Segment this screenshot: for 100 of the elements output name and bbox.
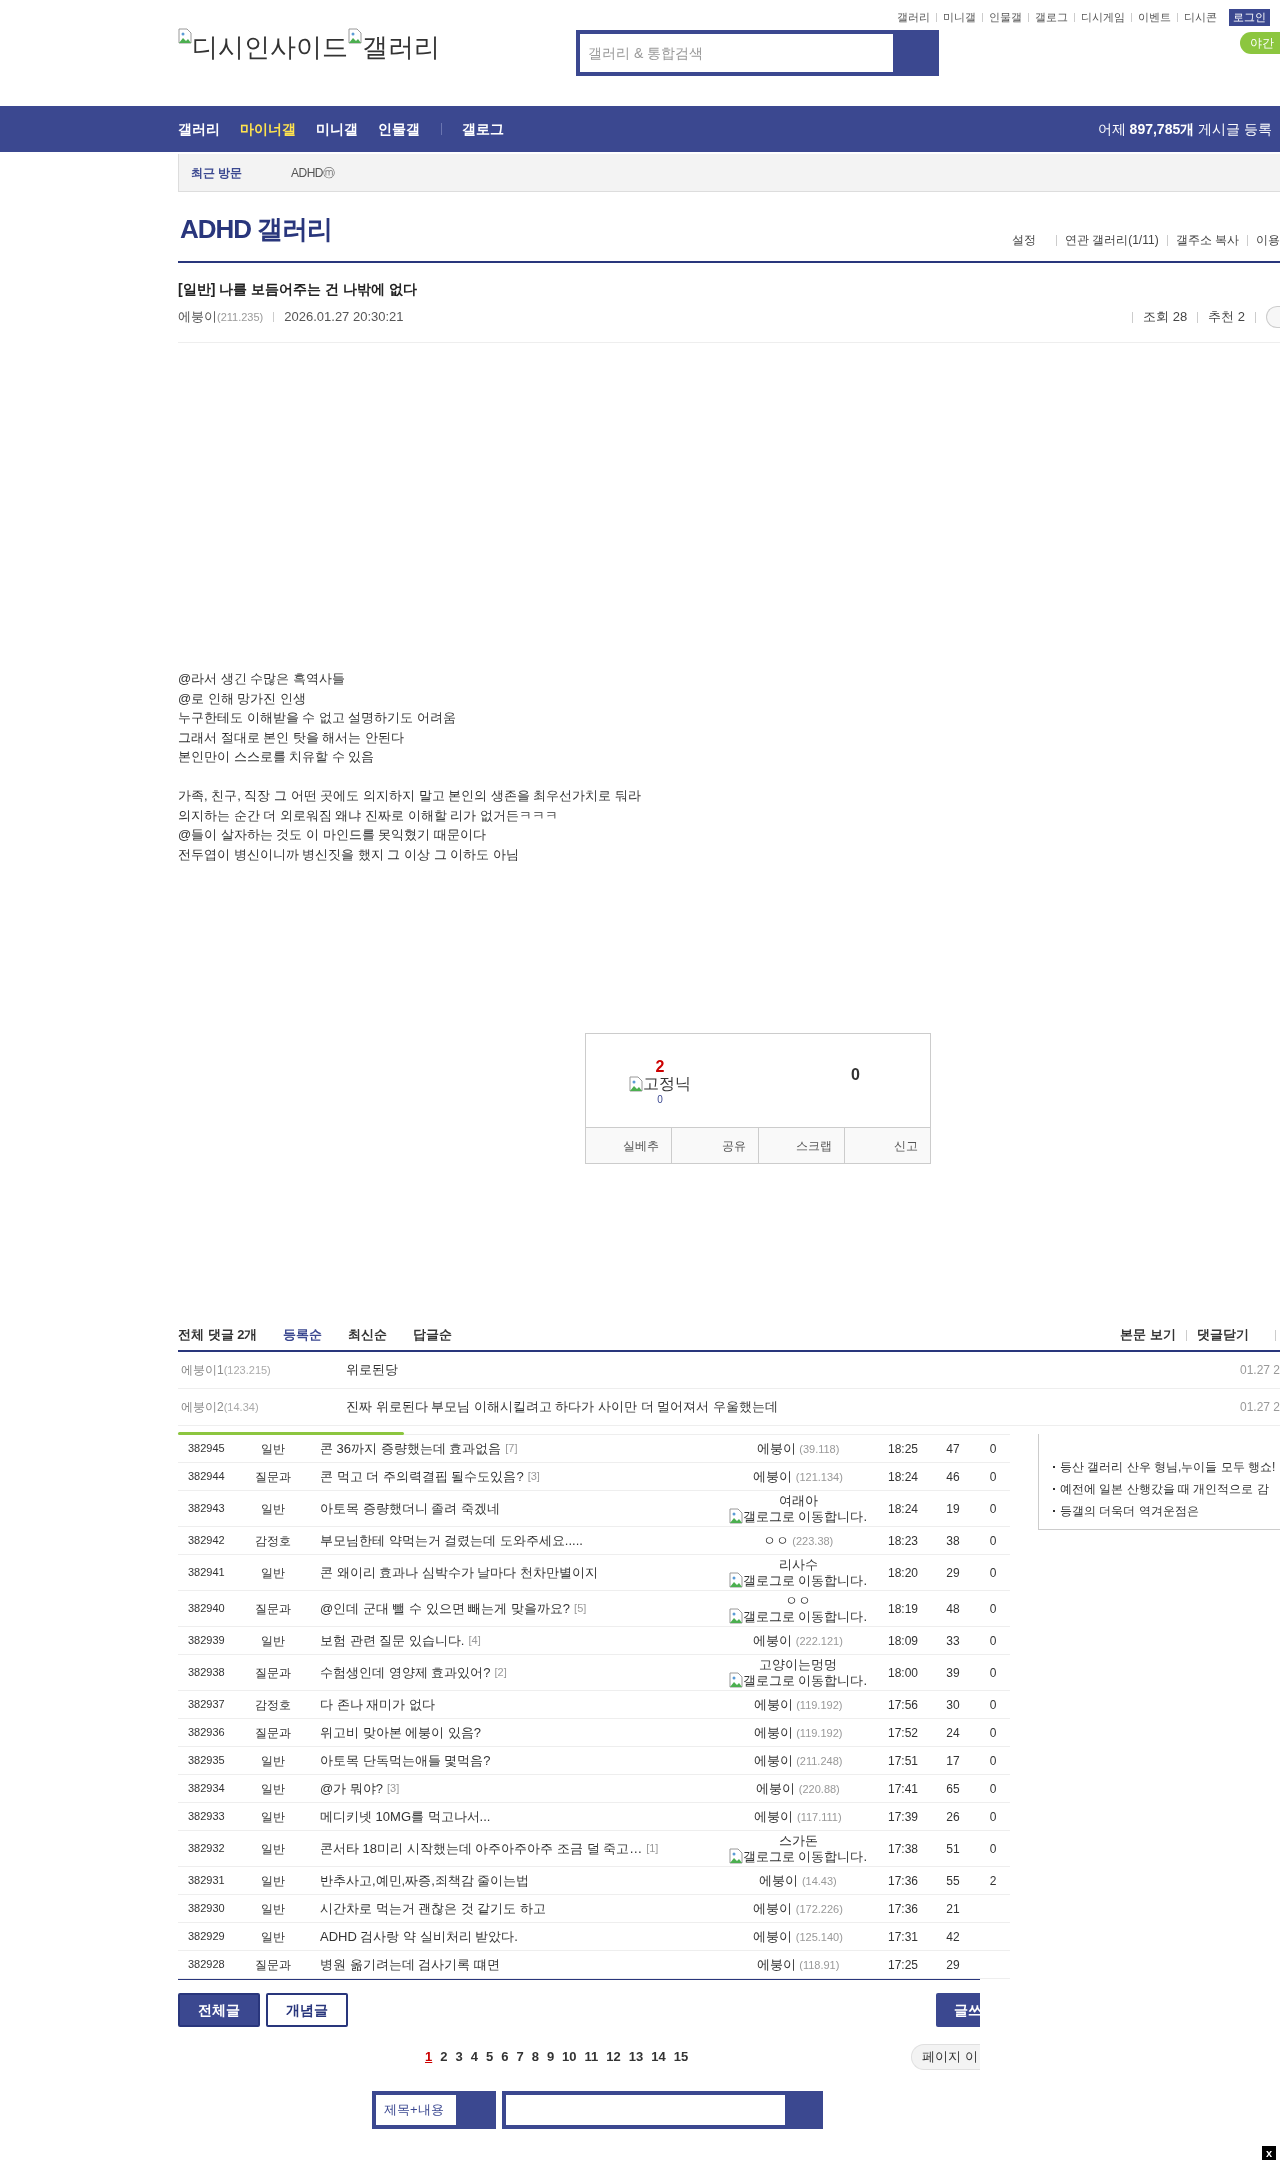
post-title-link[interactable]: 보험 관련 질문 있습니다. bbox=[320, 1630, 465, 1651]
post-action-button[interactable]: 실베추 bbox=[586, 1128, 672, 1163]
page-link[interactable]: 6 bbox=[501, 2047, 509, 2067]
page-link[interactable]: 3 bbox=[455, 2047, 463, 2067]
page-link[interactable]: 7 bbox=[516, 2047, 524, 2067]
comment-action-link[interactable]: 본문 보기 bbox=[1120, 1325, 1176, 1345]
page-link[interactable]: 9 bbox=[546, 2047, 555, 2067]
post-time: 17:25 bbox=[887, 1956, 919, 1974]
page-link[interactable]: 4 bbox=[470, 2047, 478, 2067]
sidebar-post-link[interactable]: 등갤의 더욱더 역겨운점은 bbox=[1060, 1500, 1199, 1522]
post-time: 18:00 bbox=[887, 1664, 919, 1682]
post-number: 382938 bbox=[187, 1665, 226, 1681]
page-link[interactable]: 14 bbox=[651, 2047, 666, 2067]
page-link[interactable]: 12 bbox=[606, 2047, 621, 2067]
sidebar-post-link[interactable]: 예전에 일본 산행갔을 때 개인적으로 감 bbox=[1060, 1478, 1269, 1500]
top-link[interactable]: 미니갤 bbox=[937, 9, 982, 26]
gallery-menu-link[interactable]: 설정 bbox=[1011, 231, 1036, 249]
post-title-link[interactable]: 시간차로 먹는거 괜찮은 것 같기도 하고 bbox=[320, 1898, 547, 1919]
recommend-count: 0 bbox=[988, 1664, 998, 1682]
post-body-line: 본인만이 스스로를 치유할 수 있음 bbox=[178, 748, 376, 766]
recommend-count: 0 bbox=[988, 1724, 998, 1742]
post-action-button[interactable]: 스크랩 bbox=[757, 1128, 844, 1163]
daily-post-stats: 어제 897,785개 게시글 등록 bbox=[1097, 119, 1273, 139]
post-time: 17:38 bbox=[887, 1840, 919, 1858]
post-action-button[interactable]: 공유 bbox=[671, 1128, 758, 1163]
post-title-link[interactable]: 아토목 증량했더니 졸려 죽겠네 bbox=[320, 1498, 500, 1519]
gallery-menu-link[interactable]: 갤주소 복사 bbox=[1175, 231, 1239, 249]
page-link[interactable]: 10 bbox=[562, 2047, 577, 2067]
list-filter-button[interactable]: 전체글 bbox=[178, 1993, 260, 2027]
top-link[interactable]: 갤러리 bbox=[891, 9, 936, 26]
post-author[interactable]: 에붕이(211.235) bbox=[178, 307, 264, 327]
post-title-link[interactable]: 수험생인데 영양제 효과있어? bbox=[320, 1662, 491, 1683]
post-subject: 질문과 bbox=[254, 1664, 292, 1682]
site-logo-alt[interactable]: 디시인사이드 bbox=[178, 28, 348, 67]
comment-author[interactable]: 에붕이2(14.34) bbox=[178, 1398, 346, 1416]
gallog-image-alt[interactable]: 갤로그로 이동합니다. bbox=[728, 1848, 868, 1864]
gallery-logo-alt[interactable]: 갤러리 bbox=[348, 28, 440, 67]
post-number: 382943 bbox=[187, 1501, 226, 1517]
gallog-image-alt[interactable]: 갤로그로 이동합니다. bbox=[728, 1508, 868, 1524]
recent-gallery-link[interactable]: ADHDⓜ bbox=[291, 163, 335, 182]
view-count: 65 bbox=[945, 1780, 961, 1798]
page-link[interactable]: 11 bbox=[584, 2047, 599, 2067]
gallog-image-alt[interactable]: 갤로그로 이동합니다. bbox=[728, 1572, 868, 1588]
post-title-link[interactable]: 콘서타 18미리 시작했는데 아주아주아주 조금 덜 죽고… bbox=[320, 1838, 643, 1859]
post-title: [일반] 나를 보듬어주는 건 나밖에 없다 bbox=[178, 280, 418, 299]
nav-link[interactable]: 인물갤 bbox=[378, 118, 420, 140]
post-body-line: 가족, 친구, 직장 그 어떤 곳에도 의지하지 말고 본인의 생존을 최우선가치로 둬라 bbox=[178, 787, 642, 805]
gallery-menu-link[interactable]: 이용 bbox=[1256, 231, 1280, 249]
post-subject: 질문과 bbox=[254, 1956, 292, 1974]
post-title-link[interactable]: 부모님한테 약먹는거 걸렸는데 도와주세요..... bbox=[320, 1530, 583, 1551]
recommend-count: 0 bbox=[988, 1440, 998, 1458]
comment-sort-tab[interactable]: 최신순 bbox=[348, 1325, 388, 1345]
page-link[interactable]: 13 bbox=[628, 2047, 644, 2067]
nav-link[interactable]: 갤러리 bbox=[178, 118, 220, 140]
close-button[interactable]: x bbox=[1262, 2146, 1276, 2160]
top-link[interactable]: 이벤트 bbox=[1132, 9, 1177, 26]
post-title-link[interactable]: 콘 왜이리 효과나 심박수가 날마다 천차만별이지 bbox=[320, 1562, 599, 1583]
search-field[interactable] bbox=[502, 2091, 823, 2129]
page-jump-button[interactable]: 페이지 이 bbox=[911, 2044, 980, 2070]
write-button[interactable]: 글쓰 bbox=[936, 1993, 980, 2027]
post-title-link[interactable]: 다 존나 재미가 없다 bbox=[320, 1694, 435, 1715]
nav-link[interactable]: 마이너갤 bbox=[240, 118, 296, 140]
top-link[interactable]: 인물갤 bbox=[983, 9, 1028, 26]
search-input[interactable]: 갤러리 & 통합검색 bbox=[580, 34, 893, 72]
sidebar-post-link[interactable]: 등산 갤러리 산우 형님,누이들 모두 행쇼! bbox=[1060, 1456, 1276, 1478]
comment-author[interactable]: 에붕이1(123.215) bbox=[178, 1361, 346, 1379]
gallery-title[interactable]: ADHD 갤러리 bbox=[178, 210, 333, 249]
top-link[interactable]: 디시콘 bbox=[1178, 9, 1223, 26]
list-filter-button[interactable]: 개념글 bbox=[266, 1993, 348, 2027]
gallery-menu-link[interactable]: 연관 갤러리(1/11) bbox=[1064, 231, 1159, 249]
page-link[interactable]: 5 bbox=[485, 2047, 494, 2067]
top-link[interactable]: 갤로그 bbox=[1029, 9, 1074, 26]
post-title-link[interactable]: 콘 먹고 더 주의력결핍 될수도있음? bbox=[320, 1466, 524, 1487]
comment-action-link[interactable]: 댓글닫기 bbox=[1197, 1325, 1249, 1345]
post-title-link[interactable]: 병원 옮기려는데 검사기록 떄면 bbox=[320, 1954, 500, 1975]
top-link[interactable]: 디시게임 bbox=[1075, 9, 1131, 26]
page-link[interactable]: 15 bbox=[673, 2047, 689, 2067]
page-link[interactable]: 2 bbox=[440, 2047, 448, 2067]
post-title-link[interactable]: 콘 36까지 증량했는데 효과없음 bbox=[320, 1438, 502, 1459]
search-field[interactable]: 갤러리 & 통합검색 bbox=[576, 30, 939, 76]
login-button[interactable]: 로그인 bbox=[1229, 9, 1270, 26]
nav-link[interactable]: 미니갤 bbox=[316, 118, 358, 140]
post-action-button[interactable]: 신고 bbox=[843, 1128, 930, 1163]
nav-link[interactable]: 갤로그 bbox=[462, 118, 504, 140]
post-title-link[interactable]: 반추사고,예민,짜증,죄책감 줄이는법 bbox=[320, 1870, 530, 1891]
post-title-link[interactable]: 위고비 맞아본 에붕이 있음? bbox=[320, 1722, 482, 1743]
search-scope-select[interactable]: 제목+내용 bbox=[372, 2091, 496, 2129]
post-title-link[interactable]: @가 뭐야? bbox=[320, 1778, 384, 1799]
gallog-image-alt[interactable]: 갤로그로 이동합니다. bbox=[728, 1608, 868, 1624]
gallog-image-alt[interactable]: 갤로그로 이동합니다. bbox=[728, 1672, 868, 1688]
post-title-link[interactable]: @인데 군대 뺄 수 있으면 빼는게 맞을까요? bbox=[320, 1598, 571, 1619]
post-title-link[interactable]: 메디키넷 10MG를 먹고나서... bbox=[320, 1806, 491, 1827]
page-link[interactable]: 1 bbox=[425, 2047, 433, 2067]
comment-sort-tab[interactable]: 답글순 bbox=[413, 1325, 453, 1345]
post-title-link[interactable]: 아토목 단독먹는애들 몇먹음? bbox=[320, 1750, 491, 1771]
post-title-link[interactable]: ADHD 검사랑 약 실비처리 받았다. bbox=[320, 1926, 518, 1947]
comment-sort-tab[interactable]: 등록순 bbox=[283, 1325, 323, 1345]
page-link[interactable]: 8 bbox=[531, 2047, 539, 2067]
fixed-nick-image-alt: 고정닉 bbox=[629, 1075, 691, 1093]
post-time: 18:23 bbox=[887, 1532, 919, 1550]
